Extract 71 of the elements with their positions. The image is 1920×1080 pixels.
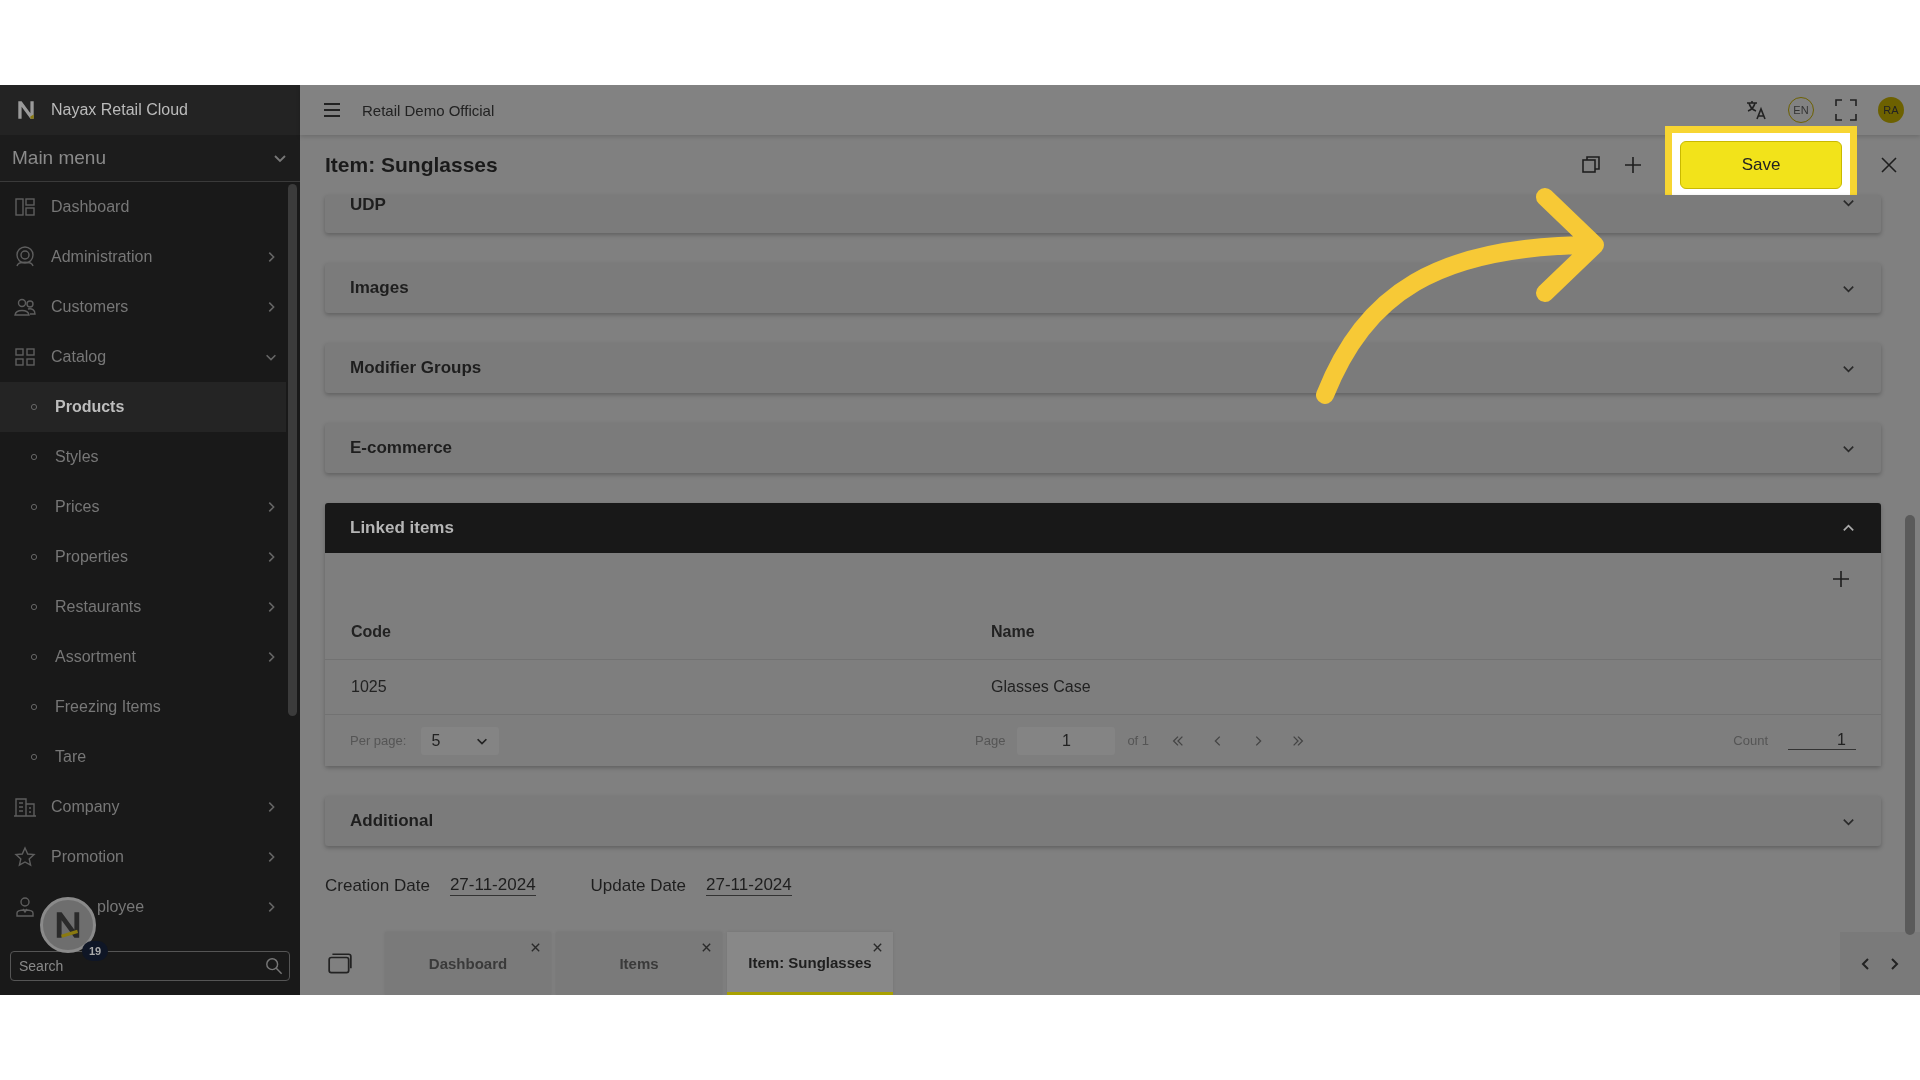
section-header[interactable]: E-commerce: [325, 423, 1881, 473]
table-cell-text: Glasses Case: [991, 678, 1092, 696]
save-button[interactable]: Save: [1680, 141, 1842, 189]
sidebar-subitem[interactable]: Restaurants: [0, 582, 286, 632]
close-icon[interactable]: [872, 942, 883, 953]
sidebar-subitem[interactable]: Freezing Items: [0, 682, 286, 732]
bullet-icon: [30, 603, 38, 611]
sidebar-subitem[interactable]: Properties: [0, 532, 286, 582]
company-icon: [13, 795, 37, 819]
bullet-icon: [30, 753, 38, 761]
column-header[interactable]: Name: [991, 623, 1881, 641]
search-icon: [265, 957, 283, 975]
sidebar-item[interactable]: Customers: [0, 282, 286, 332]
scrollbar[interactable]: [288, 184, 297, 716]
date-value: 27-11-2024: [449, 875, 536, 896]
tab[interactable]: Item: Sunglasses: [727, 932, 893, 995]
add-icon[interactable]: [1623, 155, 1643, 175]
dashboard-icon: [13, 195, 37, 219]
catalog-icon: [13, 345, 37, 369]
sidebar-subitem[interactable]: Assortment: [0, 632, 286, 682]
sidebar-subitem[interactable]: Tare: [0, 732, 286, 782]
sidebar-subitem[interactable]: Styles: [0, 432, 286, 482]
menu-icon[interactable]: [322, 100, 342, 120]
close-icon[interactable]: [1879, 155, 1899, 175]
windows-icon[interactable]: [327, 950, 353, 977]
date-value: 27-11-2024: [706, 875, 792, 896]
date-label: Update Date: [590, 875, 687, 896]
close-icon[interactable]: [530, 942, 541, 953]
admin-icon: [13, 245, 37, 269]
column-header[interactable]: Code: [351, 623, 991, 641]
translate-icon[interactable]: [1744, 98, 1768, 122]
promotion-icon: [13, 845, 37, 869]
section-header[interactable]: Images: [325, 263, 1881, 313]
last-page-icon[interactable]: [1291, 733, 1306, 748]
notification-badge: 19: [82, 941, 109, 961]
bullet-icon: [30, 703, 38, 711]
section-header[interactable]: Modifier Groups: [325, 343, 1881, 393]
bullet-icon: [30, 503, 38, 511]
bullet-icon: [30, 403, 38, 411]
sidebar-item[interactable]: Promotion: [0, 832, 286, 882]
sidebar-item[interactable]: ployee: [0, 882, 286, 932]
tab[interactable]: Dashboard: [385, 932, 551, 995]
copy-icon[interactable]: [1581, 155, 1601, 175]
add-icon[interactable]: [1831, 569, 1851, 589]
scrollbar[interactable]: [1905, 515, 1915, 935]
sidebar-subitem[interactable]: Prices: [0, 482, 286, 532]
logo-icon: [15, 99, 37, 121]
tab[interactable]: Items: [556, 932, 722, 995]
user-avatar[interactable]: RA: [1878, 97, 1904, 123]
employee-icon: [13, 895, 37, 919]
fullscreen-icon[interactable]: [1834, 98, 1858, 122]
count-value: 1: [1788, 731, 1856, 750]
app-title: Nayax Retail Cloud: [51, 101, 188, 119]
page-field[interactable]: 1: [1017, 726, 1116, 755]
company-name: Retail Demo Official: [362, 101, 495, 119]
bullet-icon: [30, 653, 38, 661]
close-icon[interactable]: [701, 942, 712, 953]
section-header[interactable]: Linked items: [325, 503, 1881, 553]
bullet-icon: [30, 553, 38, 561]
sidebar-subitem[interactable]: Products: [0, 382, 286, 432]
sidebar-item[interactable]: Dashboard: [0, 182, 286, 232]
date-label: Creation Date: [325, 875, 430, 896]
page-title: Item: Sunglasses: [325, 153, 498, 177]
sidebar-item[interactable]: Administration: [0, 232, 286, 282]
sidebar-item[interactable]: Catalog: [0, 332, 286, 382]
bullet-icon: [30, 453, 38, 461]
section-header[interactable]: Additional: [325, 796, 1881, 846]
per-page-select[interactable]: 5: [421, 726, 500, 755]
table-cell-text: 1025: [351, 678, 388, 696]
section-header[interactable]: UDP: [325, 195, 1881, 233]
sidebar-item[interactable]: Company: [0, 782, 286, 832]
